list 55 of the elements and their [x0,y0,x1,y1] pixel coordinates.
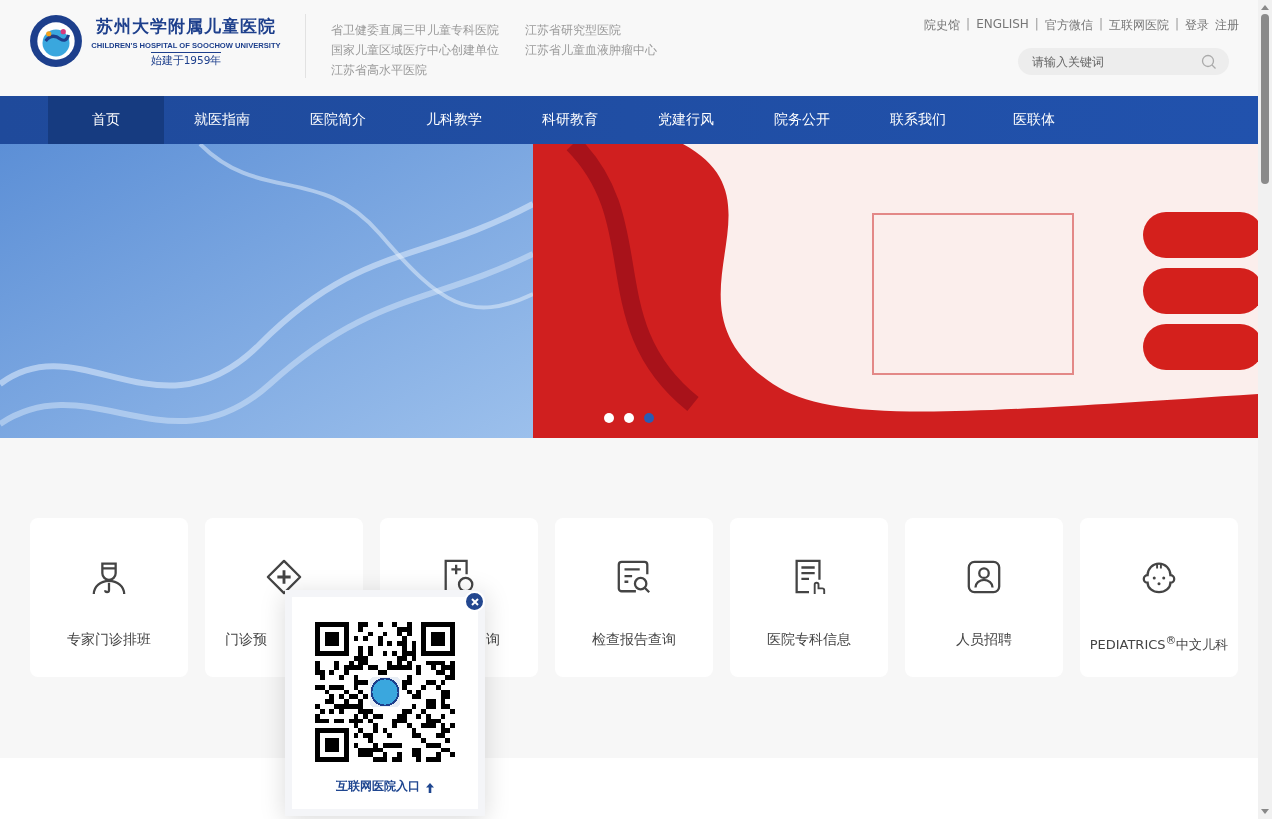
honor-text: 江苏省高水平医院 [331,63,428,78]
search-icon[interactable] [1201,54,1217,70]
service-label: 人员招聘 [956,631,1012,649]
nav-tab[interactable]: 党建行风 [628,96,744,144]
nav-tab[interactable]: 就医指南 [164,96,280,144]
top-link[interactable]: 注册 [1215,17,1239,34]
scroll-down-arrow-icon[interactable] [1261,809,1269,814]
service-label: 检查报告查询 [592,631,676,649]
separator: | [1098,17,1103,33]
service-label: 专家门诊排班 [67,631,151,649]
honor-text: 江苏省研究型医院 [525,23,622,38]
separator: | [1174,17,1179,33]
carousel-dot[interactable] [644,413,654,423]
hospital-logo-icon [29,14,83,68]
top-link[interactable]: 互联网医院 [1108,17,1169,34]
service-card[interactable]: 医院专科信息 [730,518,888,677]
top-link[interactable]: 登录 [1185,17,1209,34]
close-icon[interactable] [469,596,480,607]
service-card[interactable]: PEDIATRICS$^{®}$中文儿科 [1080,518,1238,677]
up-arrow-icon [426,783,434,793]
nav-tab[interactable]: 联系我们 [860,96,976,144]
service-card[interactable]: 人员招聘 [905,518,1063,677]
diamond-plus-icon [265,558,303,596]
nav-tab[interactable]: 科研教育 [512,96,628,144]
report-search-icon [615,558,653,596]
honor-text: 省卫健委直属三甲儿童专科医院 [331,23,500,38]
hospital-name: 苏州大学附属儿童医院 [96,14,276,38]
service-label: PEDIATRICS$^{®}$中文儿科 [1089,634,1229,655]
close-button[interactable] [464,591,485,612]
nav-tab[interactable]: 首页 [48,96,164,144]
service-label: 询 [486,631,500,649]
founding-year: 始建于1959年 [150,51,222,68]
vertical-scrollbar[interactable] [1258,0,1272,819]
scroll-up-arrow-icon[interactable] [1261,5,1269,10]
top-link[interactable]: 院史馆 [924,17,961,34]
honor-text: 国家儿童区域医疗中心创建单位 [331,43,500,58]
honor-text: 江苏省儿童血液肿瘤中心 [525,43,657,58]
carousel-dot[interactable] [624,413,634,423]
top-link[interactable]: ENGLISH [976,17,1029,34]
person-badge-icon [965,558,1003,596]
nav-tab[interactable]: 院务公开 [744,96,860,144]
separator: | [966,17,971,33]
nav-tab[interactable]: 儿科教学 [396,96,512,144]
service-label: 医院专科信息 [767,631,851,649]
search-field[interactable]: 请输入关键词 [1018,48,1229,75]
separator: | [1034,17,1039,33]
nav-tab[interactable]: 医联体 [976,96,1092,144]
internet-hospital-link[interactable]: 互联网医院入口 [336,778,420,795]
top-link[interactable]: 官方微信 [1044,17,1093,34]
service-card[interactable]: 检查报告查询 [555,518,713,677]
carousel-dot[interactable] [604,413,614,423]
scrollbar-thumb[interactable] [1261,14,1269,184]
service-card[interactable]: 专家门诊排班 [30,518,188,677]
nav-tab[interactable]: 医院简介 [280,96,396,144]
service-label: 门诊预 [225,631,267,649]
